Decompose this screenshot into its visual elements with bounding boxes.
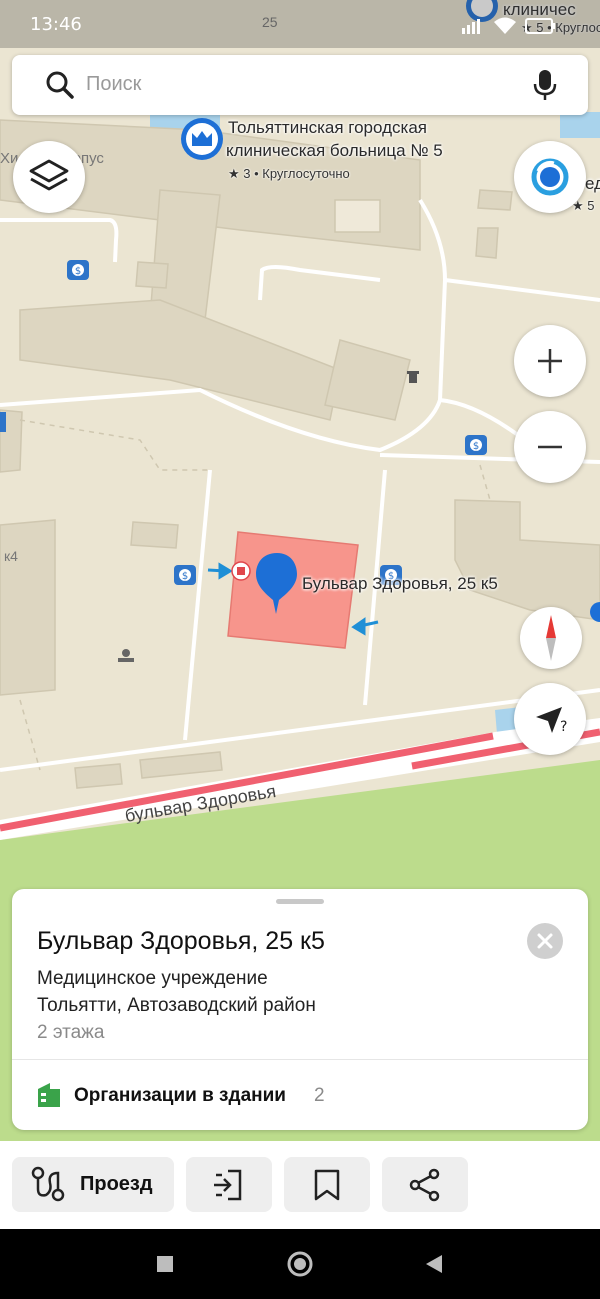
bookmark-icon — [314, 1169, 340, 1201]
voice-assistant-button[interactable] — [514, 141, 586, 213]
place-title: Бульвар Здоровья, 25 к5 — [37, 927, 325, 955]
status-time: 13:46 — [30, 14, 82, 35]
location-arrow-icon: ? — [536, 707, 567, 735]
layers-button[interactable] — [13, 141, 85, 213]
organizations-count: 2 — [314, 1085, 325, 1106]
search-bar[interactable]: Поиск — [12, 55, 588, 115]
compass-button[interactable] — [520, 607, 582, 669]
plus-icon — [538, 349, 562, 373]
hospital-name-line2[interactable]: клиническая больница № 5 — [226, 141, 443, 161]
place-card[interactable]: Бульвар Здоровья, 25 к5 Медицинское учре… — [12, 889, 588, 1130]
status-bar: 13:46 — [0, 0, 600, 48]
right-edge-poi-name[interactable]: ед — [585, 174, 600, 194]
building-icon — [38, 1083, 60, 1107]
svg-text:$: $ — [182, 571, 188, 582]
share-button[interactable] — [382, 1157, 468, 1212]
close-card-button[interactable] — [527, 923, 563, 959]
atm-icon: $ — [67, 260, 89, 280]
layers-icon — [29, 159, 69, 191]
search-icon[interactable] — [40, 65, 80, 105]
place-floors: 2 этажа — [37, 1022, 105, 1043]
voice-assistant-icon — [531, 158, 569, 196]
hospital-meta: ★ 3 • Круглосуточно — [228, 166, 350, 181]
svg-text:$: $ — [473, 441, 479, 452]
route-button[interactable]: Проезд — [12, 1157, 174, 1212]
status-icons — [462, 14, 582, 41]
zoom-in-button[interactable] — [514, 325, 586, 397]
left-building-label: к4 — [4, 548, 18, 564]
entrance-button[interactable] — [186, 1157, 272, 1212]
microphone-icon[interactable] — [525, 65, 565, 105]
hospital-name-line1[interactable]: Тольяттинская городская — [228, 118, 427, 138]
drag-handle[interactable] — [276, 899, 324, 904]
search-input[interactable]: Поиск — [86, 73, 141, 96]
close-icon — [537, 933, 553, 949]
action-bar: Проезд — [0, 1141, 600, 1229]
place-address: Тольятти, Автозаводский район — [37, 995, 316, 1016]
entrance-icon — [214, 1169, 242, 1201]
hospital-poi-icon — [181, 118, 223, 160]
zoom-out-button[interactable] — [514, 411, 586, 483]
signal-wifi-battery-icon — [462, 17, 555, 34]
route-button-label: Проезд — [80, 1173, 153, 1195]
selected-address-label[interactable]: Бульвар Здоровья, 25 к5 — [302, 574, 498, 594]
compass-icon — [546, 615, 556, 661]
route-icon — [31, 1166, 65, 1202]
place-category: Медицинское учреждение — [37, 968, 268, 989]
recents-icon[interactable] — [157, 1256, 173, 1272]
organizations-label: Организации в здании — [74, 1085, 286, 1106]
back-icon[interactable] — [426, 1255, 442, 1273]
share-icon — [409, 1168, 440, 1202]
locate-button[interactable]: ? — [514, 683, 586, 755]
minus-icon — [538, 445, 562, 449]
svg-text:?: ? — [560, 719, 567, 735]
system-navigation-bar — [0, 1229, 600, 1299]
bookmark-button[interactable] — [284, 1157, 370, 1212]
card-divider — [12, 1059, 588, 1060]
svg-text:$: $ — [75, 266, 81, 277]
